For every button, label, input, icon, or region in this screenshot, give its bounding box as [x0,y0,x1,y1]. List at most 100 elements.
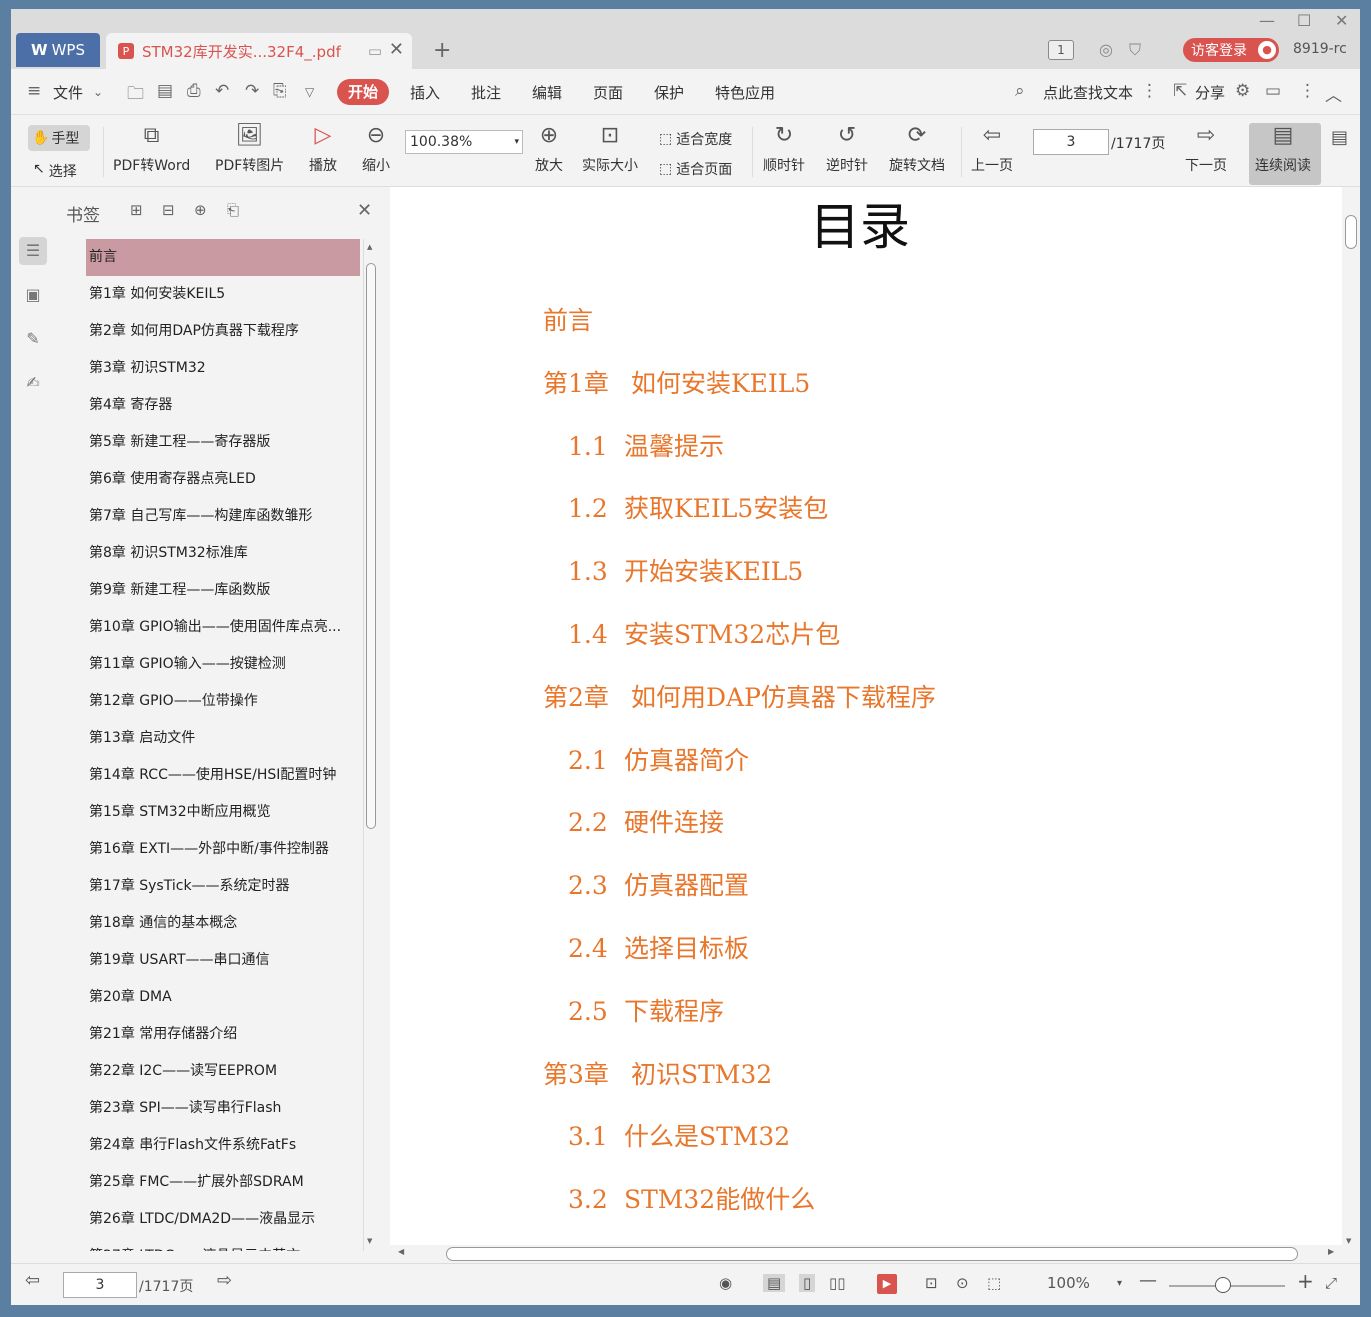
play-button[interactable]: ▷ 播放 [309,119,337,175]
bookmark-item[interactable]: ▶第27章 LTDC——液晶显示中英文 [86,1238,360,1251]
collapse-all-icon[interactable]: ⊟ [162,201,175,219]
bookmark-item[interactable]: ▶第7章 自己写库——构建库函数雏形 [86,498,360,535]
share-button[interactable]: 分享 [1195,82,1225,103]
single-page-icon[interactable]: ▤ [763,1274,786,1292]
fit-width-icon[interactable]: ⬚ [987,1274,1001,1292]
fit-width-button[interactable]: ⬚ 适合宽度 [659,129,732,149]
bookmark-item[interactable]: ▶第16章 EXTI——外部中断/事件控制器 [86,831,360,868]
chevron-down-icon[interactable]: ⌄ [93,85,103,99]
fit-page-button[interactable]: ⬚ 适合页面 [659,159,732,179]
close-window-button[interactable]: ✕ [1335,11,1348,30]
more-dropdown-icon[interactable]: ▽ [305,85,314,99]
monitor-icon[interactable]: ▭ [368,42,382,60]
chevron-down-icon[interactable]: ▾ [1117,1278,1122,1289]
horizontal-scroll-thumb[interactable] [446,1247,1298,1261]
add-bookmark-icon[interactable]: ⊕ [194,201,207,219]
vertical-scroll-thumb[interactable] [1345,215,1357,249]
export-icon[interactable]: ⎘ [273,81,287,101]
print-icon[interactable]: ⎙ [187,81,201,101]
bookmark-item[interactable]: ▶第9章 新建工程——库函数版 [86,572,360,609]
two-page-icon[interactable]: ▯▯ [829,1274,846,1292]
bookmark-item[interactable]: ▶第5章 新建工程——寄存器版 [86,424,360,461]
toc-entry[interactable]: 1.1 温馨提示 [568,427,724,463]
undo-icon[interactable]: ↶ [215,81,229,101]
more-view-icon[interactable]: ▤ [1331,127,1348,148]
bookmark-item[interactable]: ▶第26章 LTDC/DMA2D——液晶显示 [86,1201,360,1238]
more-icon[interactable]: ⋮ [1299,81,1316,101]
next-page-button[interactable]: ⇨ 下一页 [1185,119,1227,175]
collapse-ribbon-icon[interactable]: ︿ [1325,81,1342,106]
scroll-up-icon[interactable]: ▲ [367,243,372,251]
gear-icon[interactable]: ⚙ [1235,81,1250,101]
thumbnail-icon[interactable]: ▣ [19,281,47,309]
bookmark-item[interactable]: ▶第15章 STM32中断应用概览 [86,794,360,831]
close-tab-icon[interactable]: ✕ [389,39,404,60]
signature-icon[interactable]: ✍ [19,369,47,397]
bookmark-icon[interactable]: ⎗ [227,201,239,219]
zoom-out-icon[interactable]: — [1139,1270,1157,1291]
rotate-counterclockwise-button[interactable]: ↺ 逆时针 [826,119,868,175]
status-page-input[interactable]: 3 [63,1272,137,1298]
bookmark-list-icon[interactable]: ☰ [19,237,47,265]
tab-start[interactable]: 开始 [337,79,389,105]
zoom-select[interactable]: 100.38% ▾ [405,130,523,154]
toc-entry[interactable]: 1.2 获取KEIL5安装包 [568,489,828,525]
select-tool-button[interactable]: ↖ 选择 [33,161,77,181]
zoom-percentage[interactable]: 100% [1047,1274,1090,1292]
bookmark-item[interactable]: ▶第19章 USART——串口通信 [86,942,360,979]
fit-page-icon[interactable]: ⊙ [956,1274,969,1292]
hand-tool-button[interactable]: ✋ 手型 [28,125,90,151]
toc-entry[interactable]: 2.1 仿真器简介 [568,741,749,777]
bookmark-item[interactable]: ▶第8章 初识STM32标准库 [86,535,360,572]
redo-icon[interactable]: ↷ [245,81,259,101]
toc-entry[interactable]: 2.5 下载程序 [568,992,724,1028]
tab-protect[interactable]: 保护 [654,82,684,103]
bookmark-item[interactable]: ▶第21章 常用存储器介绍 [86,1016,360,1053]
toc-entry[interactable]: 第3章 初识STM32 [543,1055,772,1091]
zoom-out-button[interactable]: ⊖ 缩小 [362,119,390,175]
open-folder-icon[interactable]: 🗀 [127,81,144,110]
toc-entry[interactable]: 2.3 仿真器配置 [568,866,749,902]
toc-entry[interactable]: 1.4 安装STM32芯片包 [568,615,840,651]
tab-page[interactable]: 页面 [593,82,623,103]
rotate-clockwise-button[interactable]: ↻ 顺时针 [763,119,805,175]
bookmark-item[interactable]: ▶第14章 RCC——使用HSE/HSI配置时钟 [86,757,360,794]
play-icon[interactable]: ▶ [877,1274,897,1294]
bookmark-item[interactable]: ▶第4章 寄存器 [86,387,360,424]
scroll-down-icon[interactable]: ▼ [1346,1237,1351,1245]
bookmark-item[interactable]: ▶第12章 GPIO——位带操作 [86,683,360,720]
tab-edit[interactable]: 编辑 [532,82,562,103]
search-text[interactable]: 点此查找文本 [1043,82,1133,103]
bookmark-item[interactable]: ▶第24章 串行Flash文件系统FatFs [86,1127,360,1164]
maximize-button[interactable]: ☐ [1297,11,1311,30]
close-panel-icon[interactable]: ✕ [357,200,372,221]
skin-icon[interactable]: ◎ [1099,40,1113,59]
bookmark-item[interactable]: ▶第23章 SPI——读写串行Flash [86,1090,360,1127]
rotate-document-button[interactable]: ⟳ 旋转文档 [889,119,945,175]
search-more-icon[interactable]: ⋮ [1141,81,1158,101]
bookmark-item[interactable]: ▶第22章 I2C——读写EEPROM [86,1053,360,1090]
next-page-icon[interactable]: ⇨ [217,1270,232,1291]
chat-icon[interactable]: ▭ [1265,81,1281,101]
tab-special[interactable]: 特色应用 [715,82,775,103]
bookmark-item[interactable]: ▶第18章 通信的基本概念 [86,905,360,942]
toc-entry[interactable]: 1.3 开始安装KEIL5 [568,552,803,588]
document-tab[interactable]: P STM32库开发实...32F4_.pdf ▭ ✕ [106,33,412,69]
prev-page-icon[interactable]: ⇦ [25,1270,40,1291]
bookmark-item[interactable]: ▶第3章 初识STM32 [86,350,360,387]
zoom-slider-handle[interactable] [1215,1277,1231,1293]
bookmark-item[interactable]: ▶第20章 DMA [86,979,360,1016]
toc-entry[interactable]: 第2章 如何用DAP仿真器下载程序 [543,678,936,714]
toc-entry[interactable]: 3.2 STM32能做什么 [568,1180,815,1216]
panel-scroll-thumb[interactable] [366,263,376,829]
bookmark-item[interactable]: ▶第25章 FMC——扩展外部SDRAM [86,1164,360,1201]
save-icon[interactable]: ▤ [157,81,173,101]
bookmark-item[interactable]: ▶第11章 GPIO输入——按键检测 [86,646,360,683]
bookmark-item[interactable]: ▶第13章 启动文件 [86,720,360,757]
panel-scrollbar[interactable]: ▲ ▼ [363,239,377,1251]
expand-all-icon[interactable]: ⊞ [130,201,143,219]
prev-page-button[interactable]: ⇦ 上一页 [971,119,1013,175]
toc-entry[interactable]: 3.1 什么是STM32 [568,1117,790,1153]
shirt-icon[interactable]: ⛉ [1129,40,1141,60]
bookmark-item[interactable]: ▶第17章 SysTick——系统定时器 [86,868,360,905]
